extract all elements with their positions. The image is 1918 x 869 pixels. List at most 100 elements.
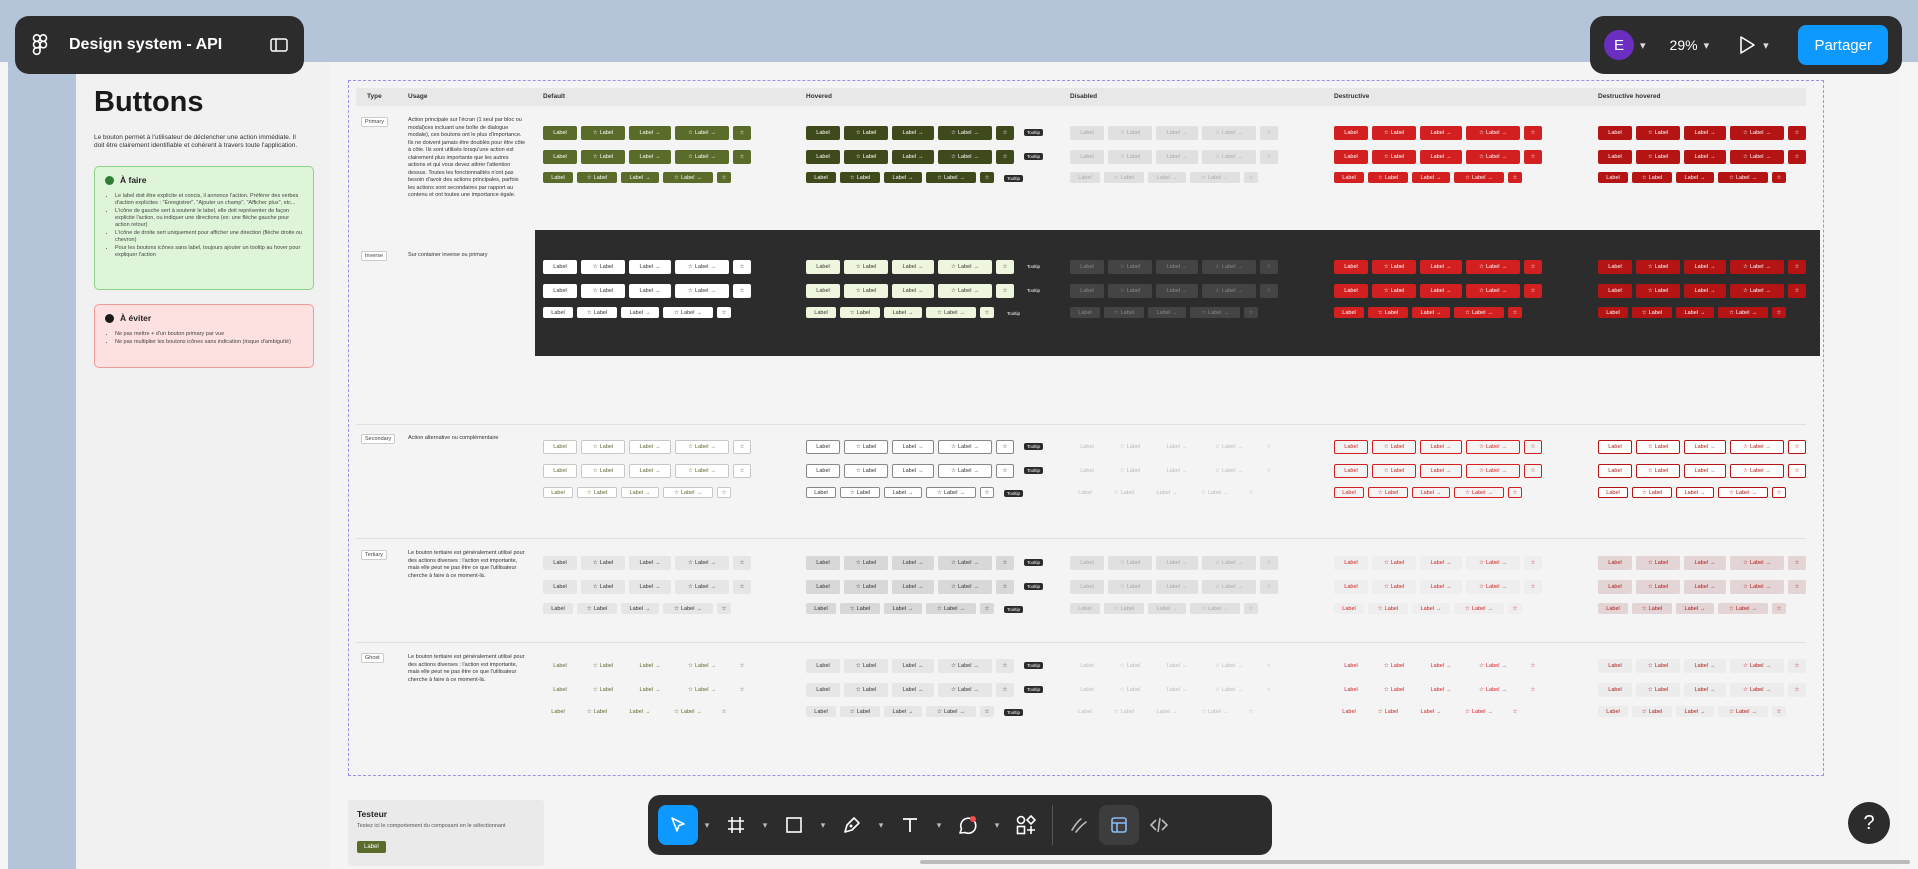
tertiary-button-variant[interactable]: Label → [884, 603, 922, 614]
design-mode[interactable] [1099, 805, 1139, 845]
secondary-button-variant[interactable]: Label → [1412, 487, 1450, 498]
inverse-button-variant[interactable]: ☆ [717, 307, 731, 318]
secondary-button-variant[interactable]: ☆ Label [581, 464, 625, 478]
ghost-button-variant[interactable]: ☆ [733, 683, 751, 697]
inverse-button-variant[interactable]: ☆ Label [1632, 307, 1672, 318]
pen-tool[interactable] [832, 805, 872, 845]
ghost-button-variant[interactable]: Label → [1684, 659, 1726, 673]
secondary-button-variant[interactable]: ☆ Label [1372, 440, 1416, 454]
inverse-button-variant[interactable]: ☆ Label [840, 307, 880, 318]
secondary-button-variant[interactable]: ☆ Label → [675, 464, 729, 478]
primary-button-variant[interactable]: Label [543, 126, 577, 140]
secondary-button-variant[interactable]: Label [806, 487, 836, 498]
tertiary-button-variant[interactable]: Label → [892, 556, 934, 570]
ghost-button-variant[interactable]: ☆ Label → [926, 706, 976, 717]
ghost-button-variant[interactable]: Label → [892, 659, 934, 673]
ghost-button-variant[interactable]: ☆ Label [1372, 683, 1416, 697]
primary-button-variant[interactable]: ☆ [980, 172, 994, 183]
inverse-button-variant[interactable]: Label [806, 260, 840, 274]
secondary-button-variant[interactable]: ☆ Label [1632, 487, 1672, 498]
ghost-button-variant[interactable]: ☆ Label [1636, 683, 1680, 697]
tertiary-button-variant[interactable]: ☆ Label [581, 580, 625, 594]
secondary-button-variant[interactable]: ☆ Label → [1466, 464, 1520, 478]
inverse-button-variant[interactable]: Label [543, 284, 577, 298]
ghost-button-variant[interactable]: ☆ Label → [1466, 683, 1520, 697]
inverse-button-variant[interactable]: ☆ [1508, 307, 1522, 318]
tertiary-button-variant[interactable]: ☆ [733, 580, 751, 594]
secondary-button-variant[interactable]: ☆ Label → [1454, 487, 1504, 498]
secondary-button-variant[interactable]: ☆ [1524, 440, 1542, 454]
ghost-button-variant[interactable]: ☆ Label [844, 683, 888, 697]
tertiary-button-variant[interactable]: Label [806, 603, 836, 614]
primary-button-variant[interactable]: Label → [629, 126, 671, 140]
secondary-button-variant[interactable]: ☆ Label → [1718, 487, 1768, 498]
help-button[interactable]: ? [1848, 802, 1890, 844]
horizontal-scrollbar[interactable] [920, 860, 1910, 864]
ghost-button-variant[interactable]: ☆ [980, 706, 994, 717]
play-icon[interactable] [1735, 34, 1757, 56]
ghost-button-variant[interactable]: ☆ [1788, 659, 1806, 673]
actions-tool[interactable] [1006, 805, 1046, 845]
ghost-button-variant[interactable]: Label [806, 706, 836, 717]
secondary-button-variant[interactable]: ☆ Label [1636, 440, 1680, 454]
inverse-button-variant[interactable]: ☆ Label → [663, 307, 713, 318]
ghost-button-variant[interactable]: Label → [629, 659, 671, 673]
tertiary-button-variant[interactable]: ☆ [980, 603, 994, 614]
primary-button-variant[interactable]: ☆ [733, 126, 751, 140]
inverse-button-variant[interactable]: Label → [892, 260, 934, 274]
tertiary-button-variant[interactable]: ☆ [1788, 580, 1806, 594]
inverse-button-variant[interactable]: Label → [1684, 260, 1726, 274]
primary-button-variant[interactable]: Label [543, 172, 573, 183]
primary-button-variant[interactable]: ☆ Label → [1730, 150, 1784, 164]
primary-button-variant[interactable]: Label → [1412, 172, 1450, 183]
secondary-button-variant[interactable]: ☆ Label [1636, 464, 1680, 478]
secondary-button-variant[interactable]: Label [1334, 464, 1368, 478]
chevron-down-icon[interactable]: ▾ [872, 820, 890, 831]
ghost-button-variant[interactable]: Label → [1684, 683, 1726, 697]
tertiary-button-variant[interactable]: ☆ Label [844, 580, 888, 594]
tertiary-button-variant[interactable]: ☆ Label [581, 556, 625, 570]
primary-button-variant[interactable]: ☆ Label [1632, 172, 1672, 183]
secondary-button-variant[interactable]: ☆ [1524, 464, 1542, 478]
secondary-button-variant[interactable]: Label → [892, 440, 934, 454]
tertiary-button-variant[interactable]: ☆ Label → [926, 603, 976, 614]
ghost-button-variant[interactable]: ☆ Label → [663, 706, 713, 717]
tertiary-button-variant[interactable]: Label [806, 580, 840, 594]
secondary-button-variant[interactable]: Label [543, 464, 577, 478]
inverse-button-variant[interactable]: ☆ Label → [938, 260, 992, 274]
ghost-button-variant[interactable]: Label [1598, 659, 1632, 673]
secondary-button-variant[interactable]: ☆ [1788, 440, 1806, 454]
ghost-button-variant[interactable]: Label [543, 659, 577, 673]
primary-button-variant[interactable]: ☆ [1508, 172, 1522, 183]
tertiary-button-variant[interactable]: Label [1334, 556, 1368, 570]
inverse-button-variant[interactable]: Label [543, 260, 577, 274]
tertiary-button-variant[interactable]: Label → [892, 580, 934, 594]
inverse-button-variant[interactable]: ☆ [1788, 260, 1806, 274]
ghost-button-variant[interactable]: ☆ Label [1636, 659, 1680, 673]
tertiary-button-variant[interactable]: Label [543, 603, 573, 614]
tertiary-button-variant[interactable]: Label [543, 580, 577, 594]
secondary-button-variant[interactable]: Label → [1684, 464, 1726, 478]
primary-button-variant[interactable]: Label → [621, 172, 659, 183]
move-tool[interactable] [658, 805, 698, 845]
ghost-button-variant[interactable]: Label [543, 683, 577, 697]
primary-button-variant[interactable]: ☆ Label [1372, 150, 1416, 164]
inverse-button-variant[interactable]: ☆ Label → [1466, 284, 1520, 298]
tertiary-button-variant[interactable]: ☆ Label [844, 556, 888, 570]
tertiary-button-variant[interactable]: Label [1598, 580, 1632, 594]
inverse-button-variant[interactable]: Label → [884, 307, 922, 318]
primary-button-variant[interactable]: ☆ Label [1636, 150, 1680, 164]
secondary-button-variant[interactable]: Label → [629, 440, 671, 454]
inverse-button-variant[interactable]: Label [806, 307, 836, 318]
draw-mode[interactable] [1059, 805, 1099, 845]
secondary-button-variant[interactable]: ☆ [1508, 487, 1522, 498]
inverse-button-variant[interactable]: ☆ Label [1636, 260, 1680, 274]
inverse-button-variant[interactable]: ☆ [733, 260, 751, 274]
primary-button-variant[interactable]: ☆ Label [844, 126, 888, 140]
ghost-button-variant[interactable]: ☆ Label [581, 659, 625, 673]
inverse-button-variant[interactable]: ☆ Label [581, 260, 625, 274]
inverse-button-variant[interactable]: ☆ Label [1372, 284, 1416, 298]
inverse-button-variant[interactable]: Label [1598, 284, 1632, 298]
primary-button-variant[interactable]: ☆ Label → [938, 150, 992, 164]
ghost-button-variant[interactable]: ☆ [1524, 659, 1542, 673]
